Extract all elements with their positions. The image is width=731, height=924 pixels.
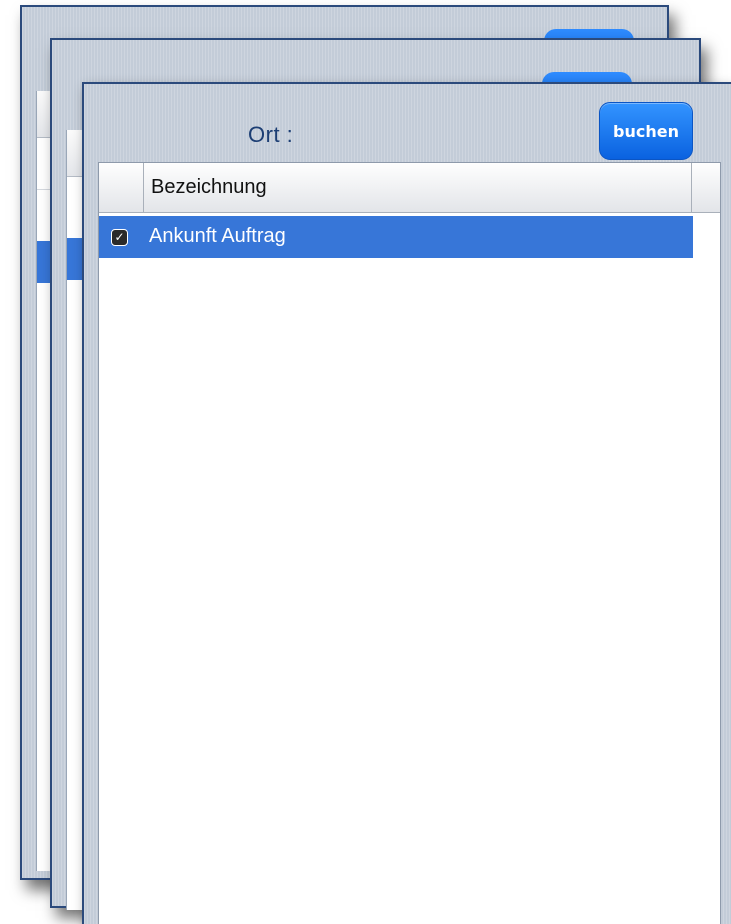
column-header-bezeichnung[interactable]: Bezeichnung — [151, 176, 267, 199]
checkmark-icon[interactable]: ✓ — [111, 229, 128, 246]
list-header: Bezeichnung — [99, 163, 720, 213]
booking-window: Ort : buchen Bezeichnung ✓ Ankunft Auftr… — [82, 82, 731, 924]
stage: Ort : buchen Bezeichnung ✓ Ankunft Auftr… — [0, 0, 731, 924]
entries-list[interactable]: Bezeichnung ✓ Ankunft Auftrag — [98, 162, 721, 924]
header-checkbox-column — [99, 163, 144, 212]
location-label: Ort : — [248, 122, 294, 147]
list-item[interactable]: ✓ Ankunft Auftrag — [99, 216, 693, 258]
list-item-label: Ankunft Auftrag — [149, 225, 286, 247]
book-button[interactable]: buchen — [599, 102, 693, 160]
header-column-divider — [691, 163, 692, 212]
